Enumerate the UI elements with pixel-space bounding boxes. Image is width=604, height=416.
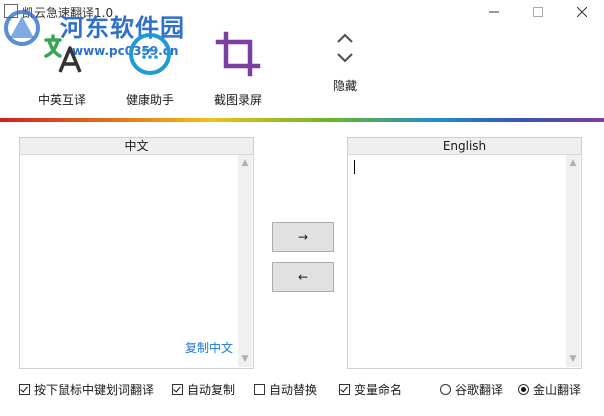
chinese-text-area[interactable] — [24, 158, 235, 364]
text-cursor — [354, 160, 355, 174]
chinese-panel-header: 中文 — [20, 138, 253, 155]
minimize-icon — [489, 11, 499, 13]
maximize-icon — [533, 7, 543, 17]
crop-icon — [215, 31, 261, 77]
screenshot-record-label: 截图录屏 — [213, 93, 262, 107]
middle-click-translate-checkbox[interactable] — [19, 384, 30, 395]
kingsoft-translate-radio[interactable] — [518, 384, 529, 395]
close-icon — [577, 7, 587, 17]
auto-replace-option[interactable]: 自动替换 — [254, 381, 317, 398]
auto-copy-label: 自动复制 — [187, 383, 236, 397]
copy-chinese-link[interactable]: 复制中文 — [185, 339, 233, 356]
health-assistant-label: 健康助手 — [125, 93, 174, 107]
rainbow-divider — [0, 118, 604, 122]
variable-naming-checkbox[interactable] — [339, 384, 350, 395]
translate-to-english-button[interactable]: → — [272, 222, 334, 252]
translate-to-chinese-button[interactable]: ← — [272, 262, 334, 292]
screenshot-record-button[interactable]: 截图录屏 — [198, 30, 278, 110]
translate-tool-button[interactable]: 中英互译 — [22, 30, 102, 110]
auto-copy-checkbox[interactable] — [172, 384, 183, 395]
minimize-button[interactable] — [472, 0, 516, 24]
hide-button[interactable]: 隐藏 — [322, 30, 368, 100]
translate-tool-label: 中英互译 — [37, 93, 86, 107]
variable-naming-label: 变量命名 — [354, 383, 403, 397]
english-panel: English ▲ ▼ — [347, 137, 582, 369]
auto-copy-option[interactable]: 自动复制 — [172, 381, 235, 398]
kingsoft-translate-option[interactable]: 金山翻译 — [518, 381, 581, 398]
google-translate-radio[interactable] — [440, 384, 451, 395]
scroll-up-icon[interactable]: ▲ — [240, 159, 250, 168]
english-scrollbar[interactable]: ▲ ▼ — [566, 155, 580, 367]
auto-replace-label: 自动替换 — [269, 383, 318, 397]
middle-click-translate-label: 按下鼠标中键划词翻译 — [34, 383, 155, 397]
scroll-up-icon[interactable]: ▲ — [568, 159, 578, 168]
middle-click-translate-option[interactable]: 按下鼠标中键划词翻译 — [19, 381, 154, 398]
maximize-button[interactable] — [516, 0, 560, 24]
english-text-area[interactable] — [352, 158, 563, 364]
health-assistant-button[interactable]: 健康助手 — [110, 30, 190, 110]
scroll-down-icon[interactable]: ▼ — [240, 355, 250, 364]
google-translate-label: 谷歌翻译 — [455, 383, 504, 397]
close-button[interactable] — [560, 0, 604, 24]
auto-replace-checkbox[interactable] — [254, 384, 265, 395]
scroll-down-icon[interactable]: ▼ — [568, 355, 578, 364]
variable-naming-option[interactable]: 变量命名 — [339, 381, 402, 398]
health-icon — [129, 33, 171, 75]
hide-label: 隐藏 — [332, 79, 357, 93]
translate-icon — [44, 34, 82, 73]
google-translate-option[interactable]: 谷歌翻译 — [440, 381, 503, 398]
chinese-panel: 中文 ▲ ▼ 复制中文 — [19, 137, 254, 369]
collapse-chevrons-icon — [337, 33, 353, 63]
chinese-scrollbar[interactable]: ▲ ▼ — [238, 155, 252, 367]
kingsoft-translate-label: 金山翻译 — [533, 383, 582, 397]
english-panel-header: English — [348, 138, 581, 155]
